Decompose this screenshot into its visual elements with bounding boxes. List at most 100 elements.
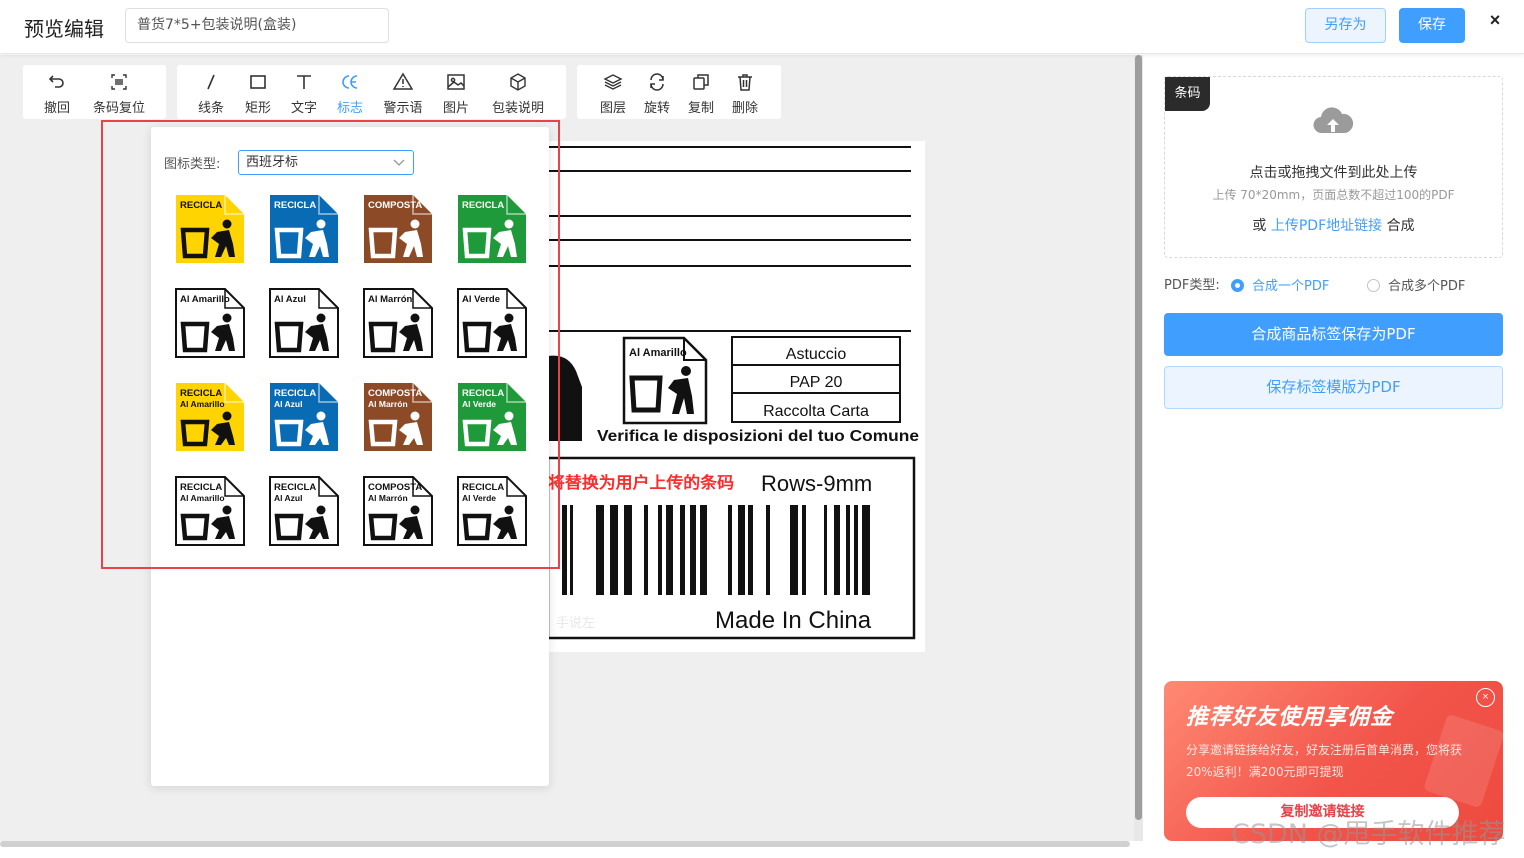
recycle-logo-option[interactable]: RECICLA Al Azul	[269, 382, 339, 452]
barcode-reset-icon	[86, 72, 152, 94]
logo-top-text: Al Marrón	[368, 294, 413, 305]
recycle-bin-icon: RECICLA	[176, 195, 244, 263]
recycle-logo-option[interactable]: RECICLA Al Verde	[457, 382, 527, 452]
recycle-logo-option[interactable]: RECICLA	[269, 194, 339, 264]
recycle-logo-option[interactable]: Al Marrón	[363, 288, 433, 358]
upload-instruction: 点击或拖拽文件到此处上传	[1249, 165, 1418, 181]
save-product-label-pdf-button[interactable]: 合成商品标签保存为PDF	[1164, 313, 1503, 356]
logo-top-text: Al Amarillo	[180, 294, 230, 305]
promo-text: 分享邀请链接给好友，好友注册后首单消费，您将获20%返利！满200元即可提现	[1186, 743, 1463, 779]
image-tool[interactable]: 图片	[436, 65, 476, 119]
recycle-logo-option[interactable]: COMPOSTA Al Marrón	[363, 476, 433, 546]
upload-pdf-link[interactable]: 上传PDF地址链接	[1271, 218, 1382, 234]
label-artwork: Al Amarillo Astuccio PAP 20 Raccolta Car…	[546, 146, 919, 640]
watermark-text: CSDN @甩手软件推荐	[1231, 819, 1506, 850]
logo-sub-text: Al Marrón	[368, 493, 408, 503]
recycle-logo-option[interactable]: RECICLA Al Amarillo	[175, 476, 245, 546]
layers-button[interactable]: 图层	[593, 65, 633, 119]
barcode-bar	[690, 505, 696, 595]
template-name-input[interactable]: 普货7*5+包装说明(盒装)	[125, 8, 389, 43]
toolbar-group-arrange: 图层 旋转 复制 删除	[577, 65, 781, 119]
rectangle-icon	[238, 72, 278, 94]
trash-icon	[725, 72, 765, 94]
label-table-cell-2: PAP 20	[790, 374, 843, 391]
save-as-button[interactable]: 另存为	[1305, 8, 1386, 43]
label-table-cell-1: Astuccio	[786, 346, 847, 363]
horizontal-scrollbar-thumb[interactable]	[0, 841, 1130, 847]
upload-hint: 上传 70*20mm，页面总数不超过100的PDF	[1212, 188, 1455, 202]
close-icon[interactable]: ×	[1484, 10, 1506, 34]
save-button[interactable]: 保存	[1399, 8, 1465, 43]
copy-button[interactable]: 复制	[681, 65, 721, 119]
recycle-logo-option[interactable]: RECICLA Al Amarillo	[175, 382, 245, 452]
logo-top-text: RECICLA	[180, 482, 222, 493]
line-label: 线条	[197, 101, 224, 116]
label-lines	[548, 146, 911, 332]
pdf-type-label: PDF类型:	[1164, 278, 1220, 293]
recycle-bin-icon: COMPOSTAAl Marrón	[363, 476, 433, 546]
logo-tool[interactable]: 标志	[330, 65, 370, 119]
partial-bin-shape	[548, 355, 582, 441]
top-bar: 预览编辑 普货7*5+包装说明(盒装) 另存为 保存 ×	[0, 0, 1524, 54]
warning-tool[interactable]: 警示语	[376, 65, 430, 119]
vertical-scrollbar-thumb[interactable]	[1135, 55, 1142, 820]
barcode-bar	[802, 505, 806, 595]
logo-sub-text: Al Verde	[462, 399, 496, 409]
recycle-bin-icon: RECICLAAl Azul	[269, 476, 339, 546]
logo-sub-text: Al Amarillo	[180, 493, 225, 503]
line-tool[interactable]: 线条	[191, 65, 231, 119]
icon-type-select[interactable]: 西班牙标	[238, 150, 414, 175]
promo-title: 推荐好友使用享佣金	[1186, 705, 1394, 730]
recycle-bin-icon: Al Azul	[269, 288, 339, 358]
logo-top-text: COMPOSTA	[368, 482, 422, 493]
text-tool[interactable]: 文字	[284, 65, 324, 119]
rectangle-tool[interactable]: 矩形	[238, 65, 278, 119]
logo-top-text: COMPOSTA	[368, 200, 422, 211]
logo-top-text: RECICLA	[274, 388, 316, 399]
barcode-reset-button[interactable]: 条码复位	[86, 65, 152, 119]
radio-unchecked-icon	[1367, 279, 1380, 292]
barcode-bar	[680, 505, 685, 595]
page-title: 预览编辑	[24, 17, 104, 41]
rotate-label: 旋转	[643, 101, 670, 116]
barcode-bar	[834, 505, 840, 595]
undo-button[interactable]: 撤回	[37, 65, 77, 119]
recycle-logo-option[interactable]: Al Azul	[269, 288, 339, 358]
logo-top-text: RECICLA	[180, 388, 222, 399]
barcode-badge: 条码	[1165, 77, 1210, 111]
line-icon	[191, 72, 231, 94]
layers-icon	[593, 72, 633, 94]
label-table-cell-3: Raccolta Carta	[763, 403, 869, 420]
barcode-bar	[862, 505, 870, 595]
copy-label: 复制	[687, 101, 714, 116]
promo-close-icon[interactable]: ×	[1476, 688, 1495, 707]
horizontal-scrollbar[interactable]	[0, 841, 1143, 858]
barcode-bar	[570, 505, 573, 595]
recycle-logo-option[interactable]: RECICLA Al Verde	[457, 476, 527, 546]
barcode-bar	[644, 505, 648, 595]
rotate-icon	[637, 72, 677, 94]
delete-button[interactable]: 删除	[725, 65, 765, 119]
radio-merge-many[interactable]: 合成多个PDF	[1367, 275, 1465, 294]
recycle-logo-option[interactable]: Al Amarillo	[175, 288, 245, 358]
barcode-bar	[824, 505, 827, 595]
radio-merge-one[interactable]: 合成一个PDF	[1231, 275, 1329, 294]
recycle-logo-option[interactable]: RECICLA	[175, 194, 245, 264]
save-template-pdf-button[interactable]: 保存标签模版为PDF	[1164, 366, 1503, 409]
ce-mark-icon	[330, 72, 370, 94]
barcode-bar	[748, 505, 753, 595]
recycle-logo-option[interactable]: RECICLA	[457, 194, 527, 264]
rotate-button[interactable]: 旋转	[637, 65, 677, 119]
recycle-logo-option[interactable]: RECICLA Al Azul	[269, 476, 339, 546]
recycle-logo-option[interactable]: COMPOSTA	[363, 194, 433, 264]
copy-icon	[681, 72, 721, 94]
package-tool[interactable]: 包装说明	[486, 65, 550, 119]
label-canvas[interactable]: Al Amarillo Astuccio PAP 20 Raccolta Car…	[546, 141, 925, 652]
recycle-logo-option[interactable]: Al Verde	[457, 288, 527, 358]
vertical-scrollbar[interactable]	[1134, 55, 1143, 841]
recycle-bin-icon: Al Amarillo	[175, 288, 245, 358]
upload-after-text: 合成	[1386, 218, 1415, 234]
barcode-bar	[596, 505, 604, 595]
recycle-logo-option[interactable]: COMPOSTA Al Marrón	[363, 382, 433, 452]
made-in-text: Made In China	[715, 607, 872, 634]
